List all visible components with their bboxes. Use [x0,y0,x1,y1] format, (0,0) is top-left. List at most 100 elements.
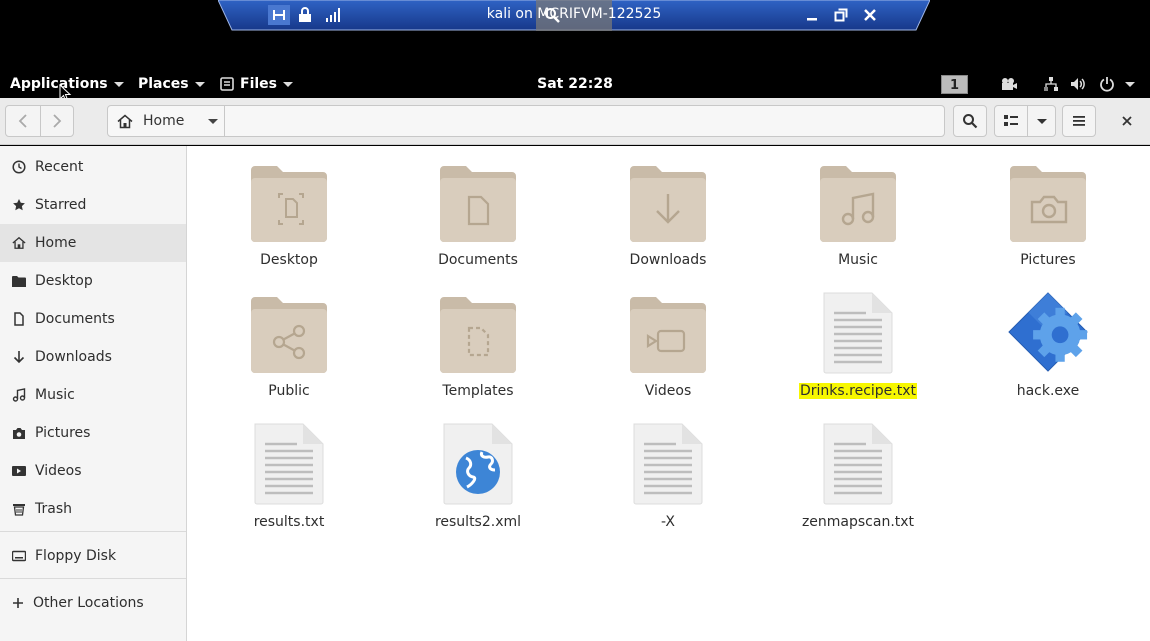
trash-icon [13,504,25,516]
sidebar-item-label: Downloads [35,349,112,365]
sidebar-item-pictures[interactable]: Pictures [0,414,186,452]
view-options-button[interactable] [1027,105,1056,137]
file-item-results-txt[interactable]: results.txt [214,416,364,536]
camera-icon [13,427,25,439]
back-button[interactable] [5,105,41,137]
folder-desktop-icon [249,154,329,244]
text-file-icon [249,416,329,506]
file-item-desktop[interactable]: Desktop [214,154,364,274]
sidebar-item-home[interactable]: Home [0,224,186,262]
sidebar-item-trash[interactable]: Trash [0,490,186,528]
plus-icon [13,598,23,608]
file-name: Templates [442,383,514,399]
file-item-templates[interactable]: Templates [403,285,553,405]
restore-icon[interactable] [830,5,852,25]
sidebar-item-label: Trash [35,501,72,517]
sidebar-item-label: Pictures [35,425,91,441]
remote-session-title: kali on MCRIFVM-122525 [486,6,662,22]
file-name: Drinks.recipe.txt [798,383,917,399]
search-icon [963,114,978,129]
chevron-down-icon [1036,118,1047,124]
star-icon [13,199,25,211]
workspace-indicator[interactable]: 1 [941,75,968,94]
file-item-pictures[interactable]: Pictures [973,154,1123,274]
sidebar-item-other-locations[interactable]: Other Locations [0,584,186,622]
search-button[interactable] [953,105,987,137]
sidebar-item-label: Home [35,235,77,251]
file-item-zenmapscan[interactable]: zenmapscan.txt [783,416,933,536]
folder-downloads-icon [628,154,708,244]
file-item-hack-exe[interactable]: hack.exe [973,285,1123,405]
home-icon [12,236,26,249]
view-mode-button[interactable] [994,105,1028,137]
path-home-label: Home [143,113,185,129]
download-icon [13,351,25,364]
folder-icon [12,275,26,287]
clock-icon [12,160,26,174]
volume-icon[interactable] [1069,75,1087,93]
header-bar: Home [0,98,1150,145]
sidebar-item-label: Desktop [35,273,93,289]
clock[interactable]: Sat 22:28 [0,76,1150,92]
sidebar-item-label: Other Locations [33,595,144,611]
close-window-button[interactable] [1112,105,1142,137]
folder-music-icon [818,154,898,244]
sidebar-item-label: Floppy Disk [35,548,117,564]
menu-button[interactable] [1062,105,1096,137]
sidebar-item-floppy-disk[interactable]: Floppy Disk [0,537,186,575]
file-item-documents[interactable]: Documents [403,154,553,274]
path-bar[interactable]: Home [107,105,945,137]
video-icon [12,466,26,476]
file-name: zenmapscan.txt [801,514,915,530]
sidebar-item-downloads[interactable]: Downloads [0,338,186,376]
chevron-down-icon [208,118,219,124]
zoom-icon[interactable] [541,5,563,25]
music-icon [12,388,26,402]
file-item-downloads[interactable]: Downloads [593,154,743,274]
sidebar-item-label: Documents [35,311,115,327]
sidebar-divider [0,578,186,579]
sidebar-item-label: Videos [35,463,82,479]
folder-pictures-icon [1008,154,1088,244]
minimize-icon[interactable] [801,5,823,25]
close-icon [1122,116,1132,126]
file-name: Pictures [1020,252,1076,268]
sidebar-divider [0,531,186,532]
sidebar-item-videos[interactable]: Videos [0,452,186,490]
file-grid[interactable]: Desktop Documents Downloads Music Pictur… [187,146,1150,641]
sidebar-item-music[interactable]: Music [0,376,186,414]
forward-button[interactable] [40,105,74,137]
file-item-drinks-recipe[interactable]: Drinks.recipe.txt [783,285,933,405]
file-name: Downloads [629,252,707,268]
file-name: Music [838,252,878,268]
system-menu-chevron-icon[interactable] [1125,82,1135,87]
file-name: Public [268,383,310,399]
path-home-button[interactable]: Home [108,106,225,136]
file-item-results2-xml[interactable]: results2.xml [403,416,553,536]
folder-public-icon [249,285,329,375]
file-item-music[interactable]: Music [783,154,933,274]
executable-gear-icon [1008,285,1088,375]
chevron-right-icon [53,114,62,128]
file-item-videos[interactable]: Videos [593,285,743,405]
file-name: Desktop [260,252,318,268]
file-name: results.txt [253,514,325,530]
chevron-left-icon [18,114,27,128]
file-item-public[interactable]: Public [214,285,364,405]
home-icon [117,114,133,128]
power-icon[interactable] [1098,75,1116,93]
sidebar-item-documents[interactable]: Documents [0,300,186,338]
text-file-icon [628,416,708,506]
video-camera-icon[interactable] [1000,75,1018,93]
sidebar-item-label: Starred [35,197,87,213]
folder-templates-icon [438,285,518,375]
folder-documents-icon [438,154,518,244]
network-icon[interactable] [1042,75,1060,93]
sidebar-item-desktop[interactable]: Desktop [0,262,186,300]
close-session-icon[interactable] [859,5,881,25]
sidebar-item-recent[interactable]: Recent [0,148,186,186]
file-item-x[interactable]: -X [593,416,743,536]
file-name: results2.xml [434,514,522,530]
sidebar-item-starred[interactable]: Starred [0,186,186,224]
hamburger-icon [1073,116,1085,126]
